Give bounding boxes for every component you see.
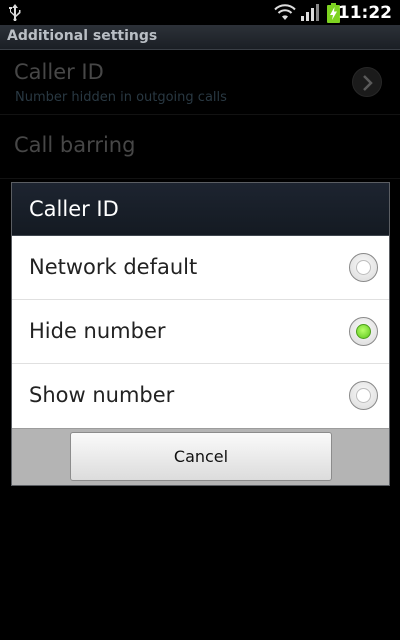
status-bar: 11:22 — [0, 0, 400, 25]
screen-title-bar: Additional settings — [0, 25, 400, 50]
radio-button-unchecked[interactable] — [349, 381, 378, 410]
usb-icon — [9, 4, 21, 21]
option-show-number[interactable]: Show number — [12, 364, 389, 428]
dialog-header: Caller ID — [12, 183, 389, 236]
dialog-title: Caller ID — [29, 197, 119, 221]
option-network-default[interactable]: Network default — [12, 236, 389, 300]
clock: 11:22 — [337, 3, 392, 23]
wifi-icon — [274, 4, 296, 20]
radio-button-unchecked[interactable] — [349, 253, 378, 282]
radio-button-checked[interactable] — [349, 317, 378, 346]
caller-id-dialog: Caller ID Network default Hide number Sh… — [11, 182, 390, 486]
option-label: Show number — [29, 383, 175, 407]
screen-title: Additional settings — [7, 28, 158, 44]
option-hide-number[interactable]: Hide number — [12, 300, 389, 364]
cancel-button[interactable]: Cancel — [70, 432, 332, 481]
signal-icon — [301, 4, 319, 21]
radio-options: Network default Hide number Show number — [12, 236, 389, 428]
dialog-button-bar: Cancel — [12, 428, 389, 485]
option-label: Network default — [29, 255, 198, 279]
option-label: Hide number — [29, 319, 166, 343]
